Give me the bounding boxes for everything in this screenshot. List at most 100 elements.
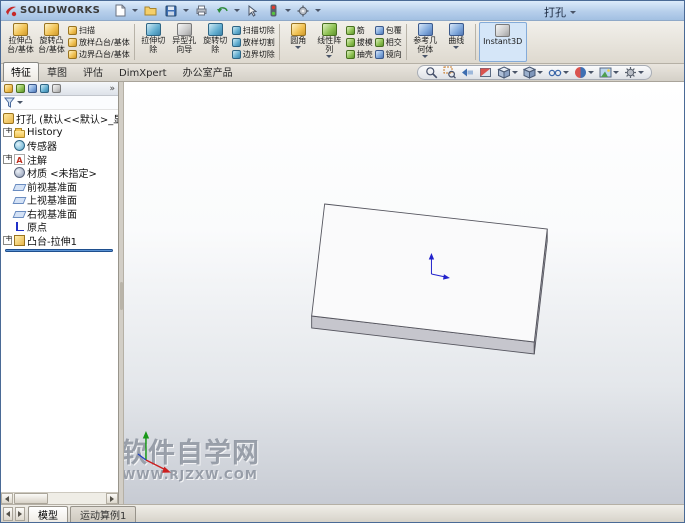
graphics-viewport[interactable]: 软件自学网 WWW.RJZXW.COM	[124, 82, 684, 504]
scroll-track[interactable]	[13, 493, 106, 504]
display-style-icon[interactable]	[523, 66, 543, 79]
new-dropdown-caret[interactable]	[132, 9, 138, 12]
view-settings-icon[interactable]	[624, 66, 644, 79]
fillet-dropdown-caret[interactable]	[295, 46, 301, 49]
swept-cut-button[interactable]: 扫描切除	[232, 24, 275, 36]
tab-evaluate[interactable]: 评估	[75, 62, 111, 81]
tab-features[interactable]: 特征	[3, 62, 39, 81]
revolved-cut-button[interactable]: 旋转切除	[200, 22, 231, 62]
select-arrow-icon[interactable]	[243, 3, 261, 19]
tree-item-origin[interactable]: 原点	[1, 220, 118, 234]
view-orientation-caret[interactable]	[512, 71, 518, 74]
tree-item-sensors[interactable]: 传感器	[1, 139, 118, 153]
expand-icon[interactable]	[3, 155, 12, 164]
sheet-nav-prev-button[interactable]	[3, 507, 13, 521]
displaymanager-tab-icon[interactable]	[52, 84, 61, 93]
reference-geometry-button[interactable]: 参考几何体	[410, 22, 441, 62]
history-folder-icon	[14, 130, 25, 138]
linear-pattern-button[interactable]: 线性阵列	[314, 22, 345, 62]
tree-item-right-plane[interactable]: 右视基准面	[1, 207, 118, 221]
undo-dropdown-caret[interactable]	[234, 9, 240, 12]
expand-icon[interactable]	[3, 236, 12, 245]
previous-view-icon[interactable]	[461, 66, 474, 79]
save-icon[interactable]	[162, 3, 180, 19]
rebuild-dropdown-caret[interactable]	[285, 9, 291, 12]
tree-item-part-root[interactable]: 打孔 (默认<<默认>_显示状态	[1, 112, 118, 126]
model-tab[interactable]: 模型	[28, 506, 68, 522]
print-icon[interactable]	[192, 3, 210, 19]
tab-dimxpert[interactable]: DimXpert	[111, 66, 175, 81]
tree-item-boss-extrude1[interactable]: 凸台-拉伸1	[1, 234, 118, 248]
swept-boss-button[interactable]: 扫描	[68, 24, 130, 36]
solidworks-window: SOLIDWORKS 打孔	[0, 0, 685, 523]
save-dropdown-caret[interactable]	[183, 9, 189, 12]
viewport-canvas[interactable]	[124, 82, 684, 504]
expand-icon[interactable]	[3, 128, 12, 137]
section-view-icon[interactable]	[479, 66, 492, 79]
new-document-icon[interactable]	[111, 3, 129, 19]
hole-wizard-button[interactable]: 异型孔向导	[169, 22, 200, 62]
scroll-right-button[interactable]	[106, 493, 118, 504]
draft-button[interactable]: 拔模	[346, 36, 373, 48]
revolved-boss-button[interactable]: 旋转凸台/基体	[36, 22, 67, 62]
intersect-button[interactable]: 相交	[375, 36, 402, 48]
hide-show-items-icon[interactable]	[548, 66, 569, 79]
boundary-boss-button[interactable]: 边界凸台/基体	[68, 48, 130, 60]
tree-item-front-plane[interactable]: 前视基准面	[1, 180, 118, 194]
mirror-button[interactable]: 镜向	[375, 48, 402, 60]
panel-horizontal-scrollbar[interactable]	[1, 492, 118, 504]
edit-appearance-caret[interactable]	[588, 71, 594, 74]
reference-geometry-dropdown-caret[interactable]	[422, 55, 428, 58]
open-icon[interactable]	[141, 3, 159, 19]
zoom-area-icon[interactable]	[443, 66, 456, 79]
configurationmanager-tab-icon[interactable]	[28, 84, 37, 93]
filter-funnel-icon[interactable]	[4, 97, 15, 108]
scroll-thumb[interactable]	[14, 493, 48, 504]
dimxpertmanager-tab-icon[interactable]	[40, 84, 49, 93]
tree-item-history[interactable]: History	[1, 126, 118, 140]
edit-appearance-icon[interactable]	[574, 66, 594, 79]
fillet-button[interactable]: 圆角	[283, 22, 314, 62]
linear-pattern-dropdown-caret[interactable]	[326, 55, 332, 58]
manager-tab-overflow[interactable]: »	[109, 84, 115, 94]
rollback-bar[interactable]	[5, 249, 113, 252]
propertymanager-tab-icon[interactable]	[16, 84, 25, 93]
tab-sketch[interactable]: 草图	[39, 62, 75, 81]
undo-icon[interactable]	[213, 3, 231, 19]
zoom-fit-icon[interactable]	[425, 66, 438, 79]
instant3d-toggle-button[interactable]: Instant3D	[479, 22, 527, 62]
options-icon[interactable]	[294, 3, 312, 19]
scroll-left-button[interactable]	[1, 493, 13, 504]
extruded-cut-button[interactable]: 拉伸切除	[138, 22, 169, 62]
rib-button[interactable]: 筋	[346, 24, 373, 36]
sheet-nav-next-button[interactable]	[15, 507, 25, 521]
filter-caret[interactable]	[17, 101, 23, 104]
boss-extrude-button[interactable]: 拉伸凸台/基体	[5, 22, 36, 62]
tab-office-products[interactable]: 办公室产品	[175, 62, 241, 81]
lofted-boss-button[interactable]: 放样凸台/基体	[68, 36, 130, 48]
display-style-caret[interactable]	[537, 71, 543, 74]
tree-item-top-plane[interactable]: 上视基准面	[1, 193, 118, 207]
rebuild-icon[interactable]	[264, 3, 282, 19]
hide-show-items-caret[interactable]	[563, 71, 569, 74]
splitter-grip[interactable]	[120, 282, 123, 310]
tree-item-material[interactable]: 材质 <未指定>	[1, 166, 118, 180]
apply-scene-caret[interactable]	[613, 71, 619, 74]
part-plate[interactable]	[312, 204, 548, 354]
curves-button[interactable]: 曲线	[441, 22, 472, 62]
motion-study-tab[interactable]: 运动算例1	[70, 506, 136, 522]
options-dropdown-caret[interactable]	[315, 9, 321, 12]
tree-item-label: 上视基准面	[27, 193, 77, 207]
shell-button[interactable]: 抽壳	[346, 48, 373, 60]
wrap-button[interactable]: 包覆	[375, 24, 402, 36]
features-small-column-1: 筋 拔模 抽壳	[345, 22, 374, 62]
apply-scene-icon[interactable]	[599, 66, 619, 79]
curves-dropdown-caret[interactable]	[453, 46, 459, 49]
featuremanager-tab-icon[interactable]	[4, 84, 13, 93]
boundary-cut-button[interactable]: 边界切除	[232, 48, 275, 60]
lofted-cut-button[interactable]: 放样切割	[232, 36, 275, 48]
view-settings-caret[interactable]	[638, 71, 644, 74]
title-menu-caret[interactable]	[570, 11, 576, 14]
tree-item-annotations[interactable]: 注解	[1, 153, 118, 167]
view-orientation-icon[interactable]	[497, 66, 518, 79]
